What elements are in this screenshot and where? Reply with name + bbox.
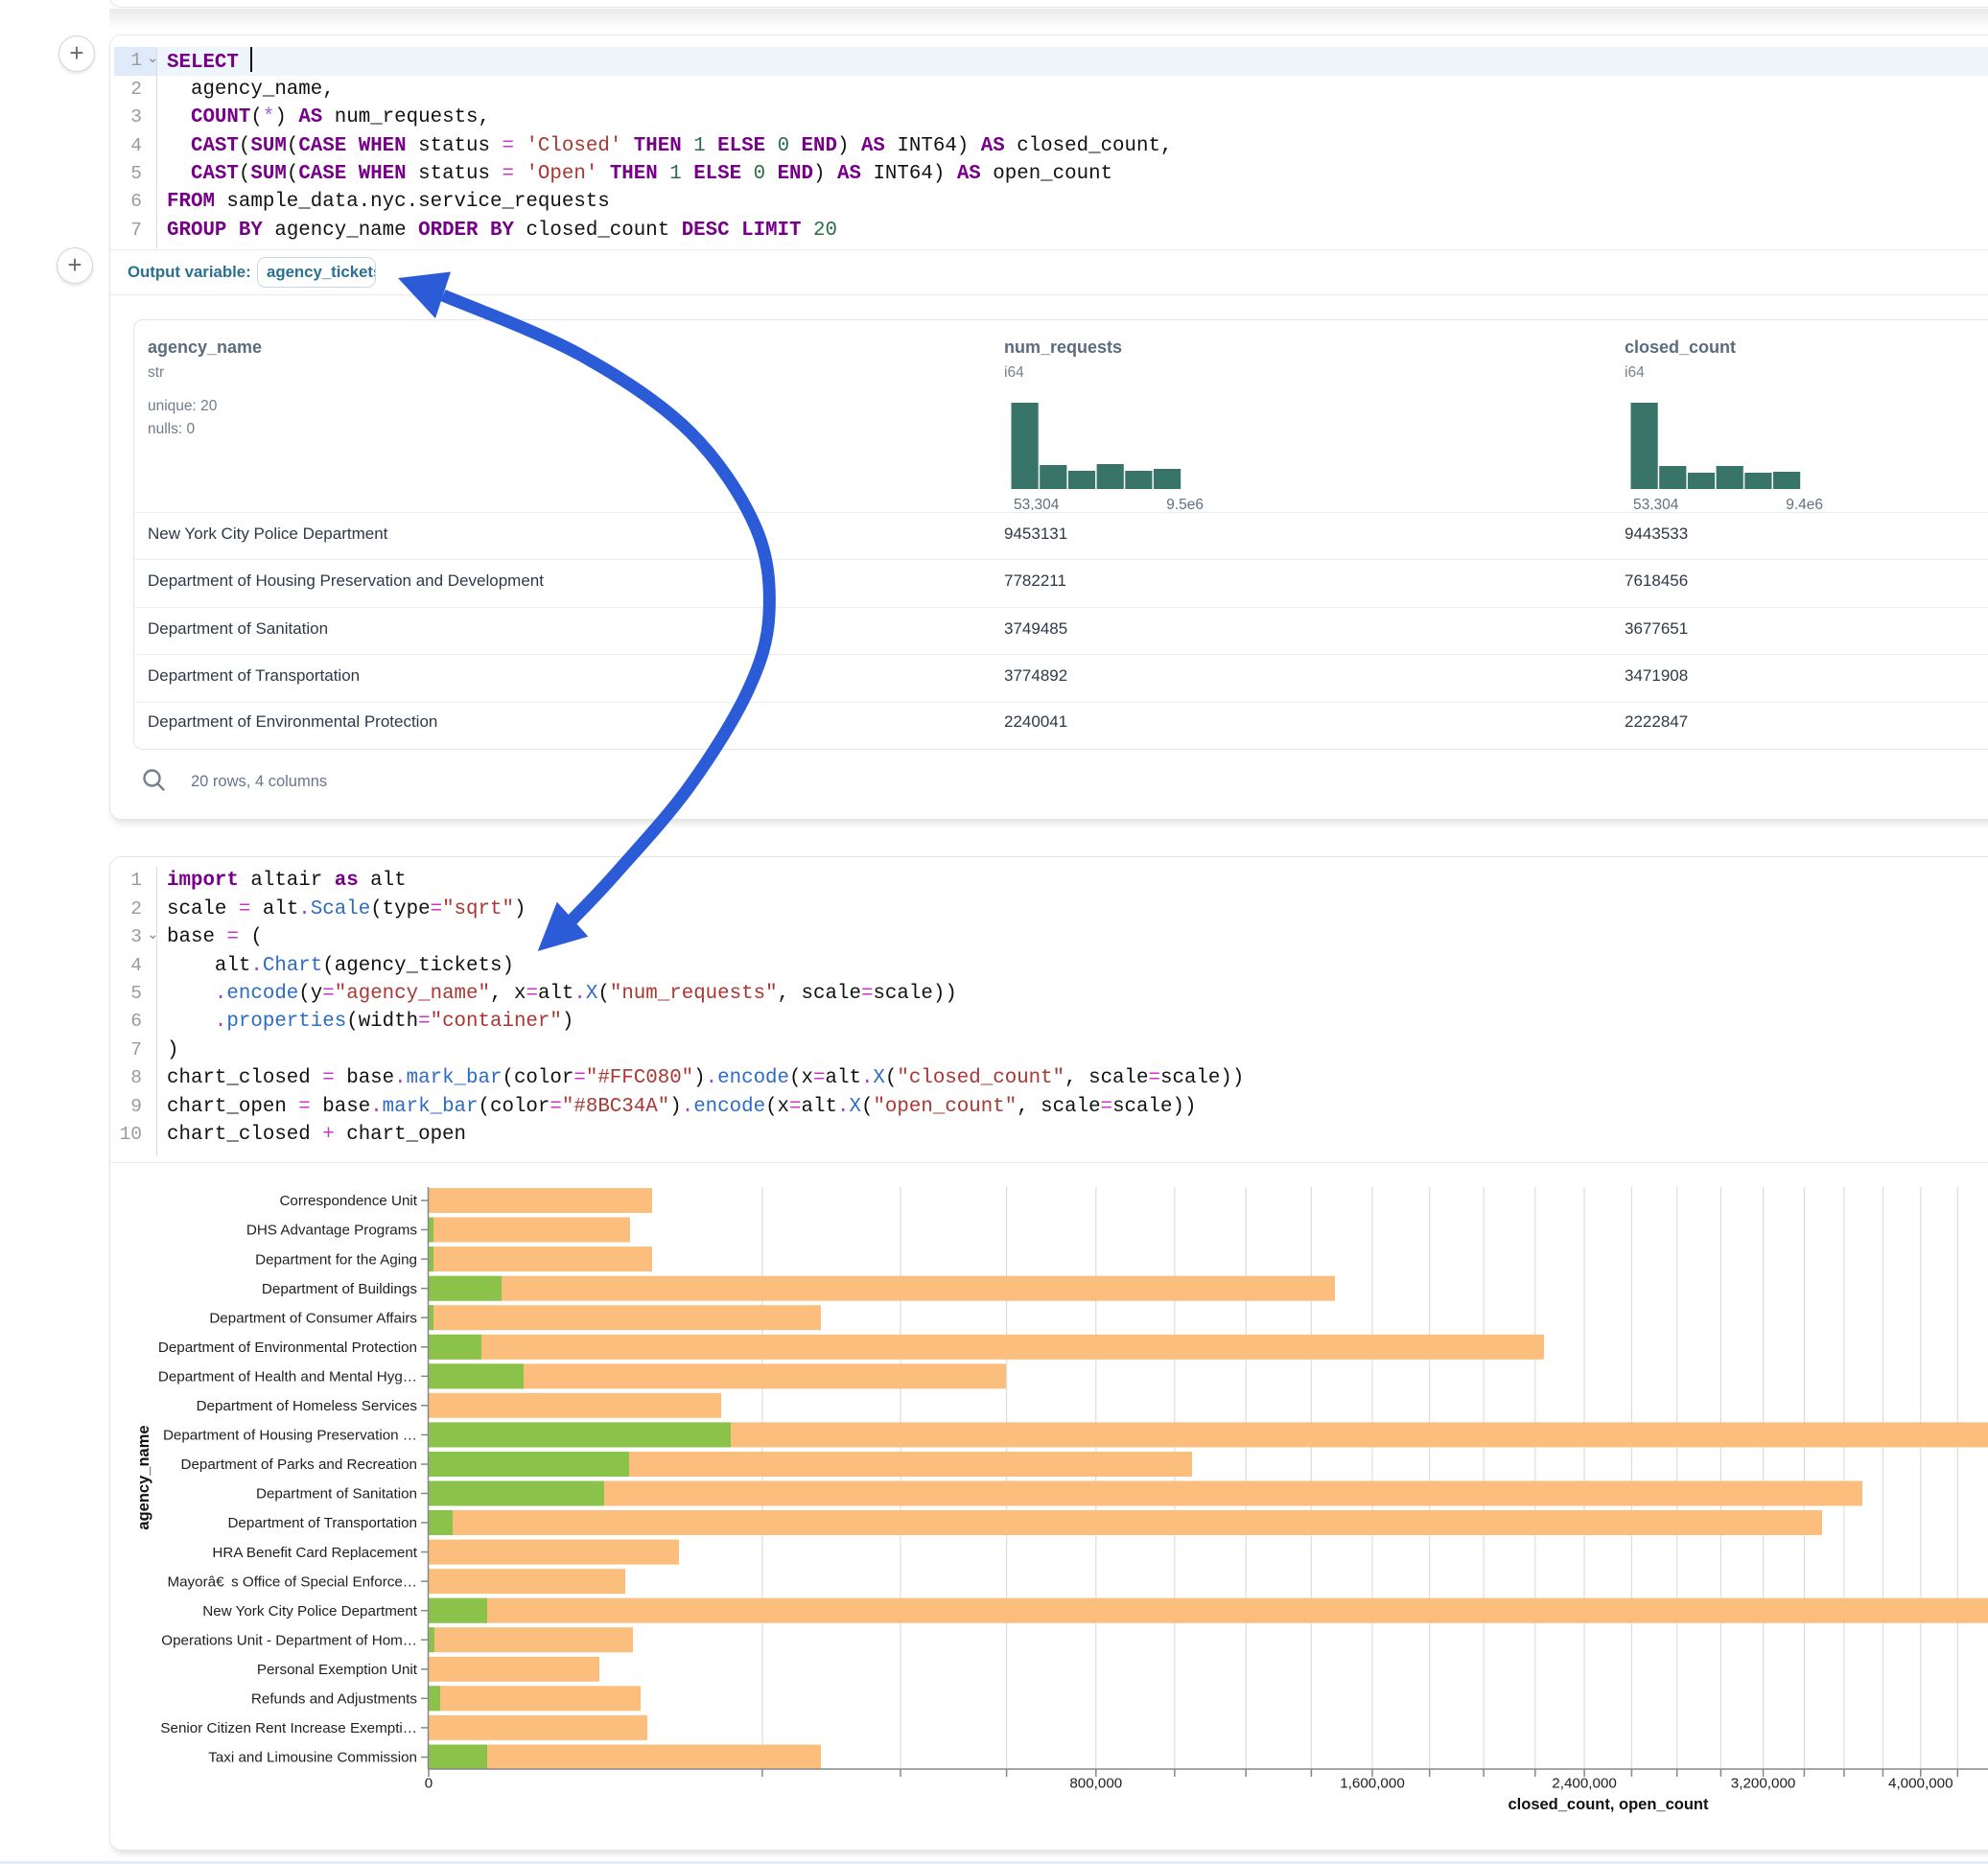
svg-text:3,200,000: 3,200,000 xyxy=(1731,1776,1796,1792)
svg-text:Department of Housing Preserva: Department of Housing Preservation … xyxy=(163,1428,417,1444)
svg-text:53,304: 53,304 xyxy=(1014,497,1060,510)
svg-text:Department of Consumer Affairs: Department of Consumer Affairs xyxy=(209,1310,417,1326)
svg-text:800,000: 800,000 xyxy=(1069,1776,1122,1792)
svg-text:Department of Transportation: Department of Transportation xyxy=(227,1515,417,1531)
svg-text:2,400,000: 2,400,000 xyxy=(1552,1776,1617,1792)
svg-text:Department of Homeless Service: Department of Homeless Services xyxy=(197,1398,418,1414)
svg-text:Department of Buildings: Department of Buildings xyxy=(262,1281,417,1297)
svg-text:Department of Health and Menta: Department of Health and Mental Hyg… xyxy=(158,1369,417,1386)
svg-text:Department for the Aging: Department for the Aging xyxy=(255,1251,417,1268)
svg-text:4,000,000: 4,000,000 xyxy=(1888,1776,1953,1792)
svg-text:Taxi and Limousine Commission: Taxi and Limousine Commission xyxy=(208,1750,417,1766)
svg-text:Department of Sanitation: Department of Sanitation xyxy=(256,1486,417,1503)
svg-text:agency_name: agency_name xyxy=(135,1425,152,1529)
svg-text:Senior Citizen Rent Increase E: Senior Citizen Rent Increase Exempti… xyxy=(160,1720,417,1736)
svg-text:New York City Police Departmen: New York City Police Department xyxy=(202,1603,417,1619)
svg-text:Personal Exemption Unit: Personal Exemption Unit xyxy=(257,1662,418,1678)
svg-text:9.5e6: 9.5e6 xyxy=(1166,497,1204,510)
svg-text:Mayorâ€ s Office of Special En: Mayorâ€ s Office of Special Enforce… xyxy=(167,1573,417,1590)
svg-text:Department of Environmental Pr: Department of Environmental Protection xyxy=(158,1340,417,1356)
svg-text:1,600,000: 1,600,000 xyxy=(1340,1776,1405,1792)
svg-text:closed_count, open_count: closed_count, open_count xyxy=(1508,1796,1709,1813)
svg-text:HRA Benefit Card Replacement: HRA Benefit Card Replacement xyxy=(212,1545,417,1561)
svg-text:Correspondence Unit: Correspondence Unit xyxy=(279,1193,417,1209)
svg-text:DHS Advantage Programs: DHS Advantage Programs xyxy=(246,1223,418,1239)
svg-text:9.4e6: 9.4e6 xyxy=(1786,497,1823,510)
svg-text:Operations Unit - Department o: Operations Unit - Department of Hom… xyxy=(161,1632,417,1648)
svg-text:53,304: 53,304 xyxy=(1633,497,1679,510)
svg-text:Department of Parks and Recrea: Department of Parks and Recreation xyxy=(180,1456,417,1473)
svg-text:0: 0 xyxy=(425,1776,433,1792)
svg-text:Refunds and Adjustments: Refunds and Adjustments xyxy=(251,1691,417,1708)
